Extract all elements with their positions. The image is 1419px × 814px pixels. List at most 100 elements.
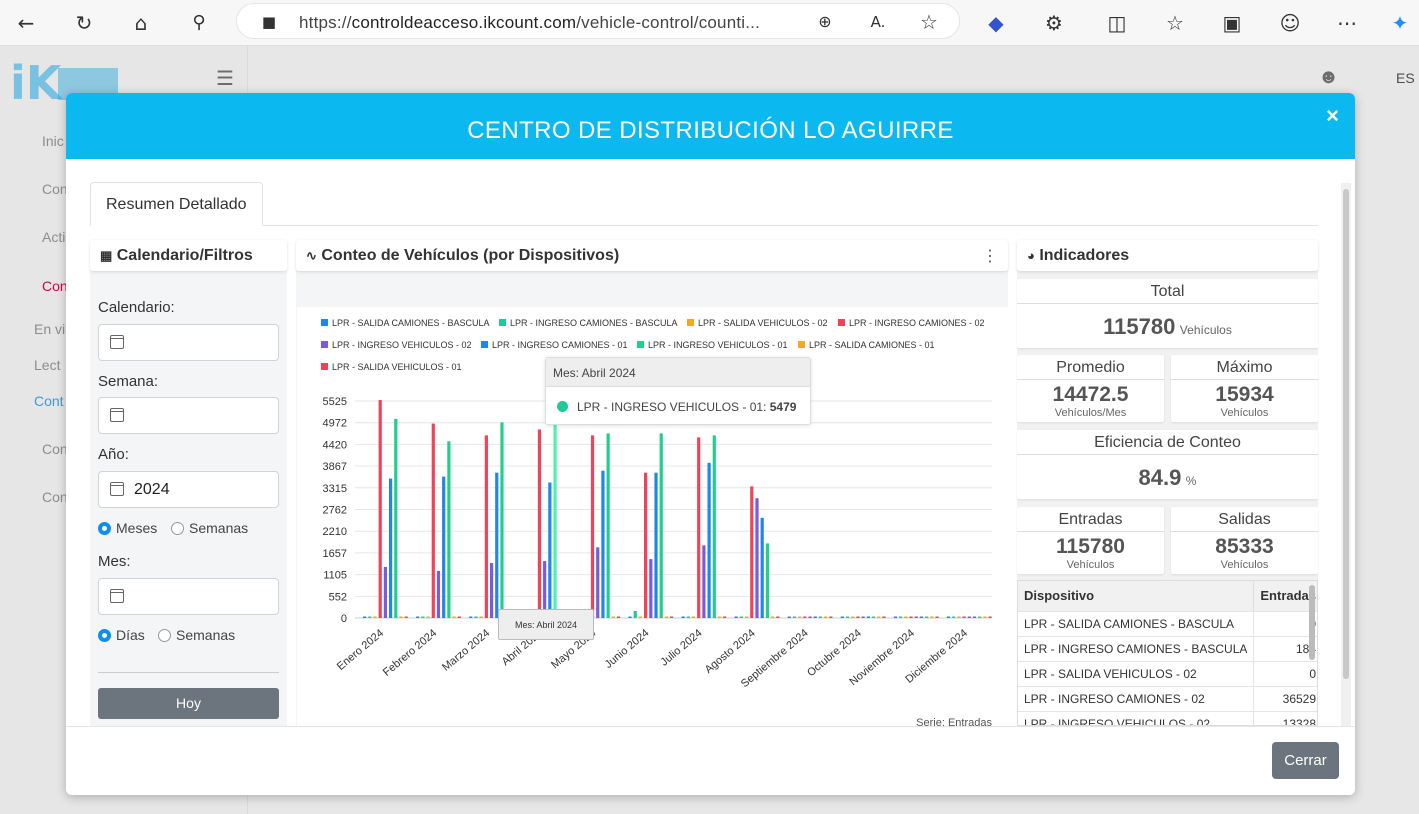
bar bbox=[861, 616, 865, 618]
radio-dias[interactable]: Días bbox=[98, 627, 145, 643]
bar bbox=[798, 616, 802, 618]
table-row[interactable]: LPR - INGRESO CAMIONES - BASCULA1840.2 bbox=[1018, 635, 1317, 661]
bar bbox=[808, 616, 812, 618]
home-icon[interactable]: ⌂ bbox=[127, 9, 155, 37]
bar bbox=[967, 616, 971, 618]
radio-semanas-2[interactable]: Semanas bbox=[158, 627, 235, 643]
puzzle-icon[interactable]: ⚙ bbox=[1040, 9, 1068, 37]
chart-footer-label: Serie: Entradas bbox=[916, 717, 992, 726]
radio-on-icon[interactable] bbox=[98, 522, 111, 535]
y-tick-label: 0 bbox=[341, 613, 347, 625]
chart-menu-icon[interactable]: ⋮ bbox=[982, 246, 998, 266]
indicator-promedio: Promedio 14472.5 Vehículos/Mes bbox=[1017, 355, 1164, 422]
entradas-title: Entradas bbox=[1017, 507, 1164, 532]
bar bbox=[904, 616, 908, 618]
extension-icon[interactable]: ◆ bbox=[982, 9, 1010, 37]
scroll-thumb[interactable] bbox=[1343, 189, 1349, 679]
semana-label: Semana: bbox=[98, 373, 159, 390]
profile-icon[interactable]: ☺ bbox=[1276, 9, 1304, 37]
legend-label: LPR - INGRESO CAMIONES - 01 bbox=[492, 340, 628, 350]
bar bbox=[988, 616, 992, 618]
cerrar-button[interactable]: Cerrar bbox=[1272, 742, 1339, 779]
radio-on-icon[interactable] bbox=[98, 629, 111, 642]
bar bbox=[972, 616, 977, 618]
bar bbox=[633, 610, 637, 618]
salidas-value: 85333 bbox=[1215, 535, 1274, 558]
bar bbox=[596, 547, 600, 618]
bar bbox=[548, 482, 552, 618]
entradas-cell: 36529 bbox=[1253, 685, 1317, 711]
x-tick-label: Enero 2024 bbox=[335, 627, 386, 673]
copilot-icon[interactable]: ✦ bbox=[1386, 9, 1414, 37]
devices-table: Dispositivo Entradas % LPR - SALIDA CAMI… bbox=[1017, 580, 1318, 726]
x-tick-label: Junio 2024 bbox=[603, 627, 652, 671]
table-row[interactable]: LPR - SALIDA CAMIONES - BASCULA00.0 bbox=[1018, 610, 1317, 636]
divider bbox=[98, 672, 279, 673]
table-scrollbar[interactable] bbox=[1309, 585, 1315, 660]
hoy-button[interactable]: Hoy bbox=[98, 688, 279, 719]
radio-off-icon[interactable] bbox=[171, 522, 184, 535]
bar bbox=[925, 616, 929, 618]
radio-off-icon[interactable] bbox=[158, 629, 171, 642]
modal-scrollbar[interactable] bbox=[1341, 183, 1351, 726]
entradas-cell: 0 bbox=[1253, 660, 1317, 686]
bar bbox=[383, 566, 387, 618]
bar bbox=[739, 616, 743, 618]
indicator-eficiencia: Eficiencia de Conteo 84.9 % bbox=[1017, 430, 1318, 499]
filters-card: ▦ Calendario/Filtros Calendario: Semana:… bbox=[90, 240, 287, 726]
tab-resumen-detallado[interactable]: Resumen Detallado bbox=[90, 182, 263, 226]
legend-label: LPR - INGRESO VEHICULOS - 02 bbox=[332, 340, 472, 350]
bar bbox=[803, 616, 807, 618]
bar bbox=[489, 563, 494, 618]
bar bbox=[670, 616, 674, 618]
favorites-bar-icon[interactable]: ☆ bbox=[1161, 9, 1189, 37]
legend-label: LPR - SALIDA CAMIONES - BASCULA bbox=[332, 318, 490, 328]
entradas-cell: 13328 bbox=[1253, 710, 1317, 725]
calendario-input[interactable] bbox=[98, 324, 279, 361]
semana-input[interactable] bbox=[98, 397, 279, 434]
close-icon[interactable]: × bbox=[1326, 103, 1339, 129]
col-dispositivo[interactable]: Dispositivo bbox=[1018, 581, 1255, 611]
bar bbox=[606, 433, 610, 618]
mes-input[interactable] bbox=[98, 578, 279, 615]
bar bbox=[750, 486, 754, 618]
address-bar[interactable]: ■ https://controldeacceso.ikcount.com/ve… bbox=[236, 3, 960, 39]
table-row[interactable]: LPR - INGRESO CAMIONES - 023652931.6 bbox=[1018, 685, 1317, 711]
bar bbox=[495, 472, 499, 618]
more-icon[interactable]: ⋯ bbox=[1333, 9, 1361, 37]
bar bbox=[638, 616, 643, 618]
bar bbox=[930, 616, 934, 618]
total-value: 115780 bbox=[1103, 314, 1176, 339]
table-row[interactable]: LPR - INGRESO VEHICULOS - 021332811.5 bbox=[1018, 710, 1317, 725]
table-row[interactable]: LPR - SALIDA VEHICULOS - 0200.0 bbox=[1018, 660, 1317, 686]
radio-semanas[interactable]: Semanas bbox=[171, 520, 248, 536]
radio-meses[interactable]: Meses bbox=[98, 520, 157, 536]
url-text[interactable]: https://controldeacceso.ikcount.com/vehi… bbox=[299, 13, 799, 33]
calendar-icon bbox=[110, 335, 124, 349]
bar bbox=[469, 616, 473, 618]
bar bbox=[851, 616, 855, 618]
bar bbox=[856, 616, 860, 618]
chart-line-icon: ∿ bbox=[306, 248, 317, 263]
search-icon[interactable]: ⚲ bbox=[185, 9, 213, 37]
legend-swatch bbox=[838, 319, 845, 326]
y-tick-label: 4972 bbox=[323, 418, 347, 430]
legend-swatch bbox=[499, 319, 506, 326]
anio-label: Año: bbox=[98, 446, 129, 463]
refresh-icon[interactable]: ↻ bbox=[70, 9, 98, 37]
collections-icon[interactable]: ▣ bbox=[1218, 9, 1246, 37]
bar bbox=[654, 472, 658, 618]
anio-input[interactable]: 2024 bbox=[98, 471, 279, 508]
favorite-icon[interactable]: ☆ bbox=[915, 8, 943, 36]
bar bbox=[691, 616, 696, 618]
maximo-unit: Vehículos bbox=[1220, 407, 1269, 419]
eficiencia-unit: % bbox=[1185, 474, 1197, 488]
y-tick-label: 1657 bbox=[323, 548, 347, 560]
split-icon[interactable]: ◫ bbox=[1103, 9, 1131, 37]
x-tick-label: Febrero 2024 bbox=[381, 627, 439, 679]
read-aloud-icon[interactable]: A. bbox=[864, 8, 892, 36]
zoom-icon[interactable]: ⊕ bbox=[811, 8, 839, 36]
lock-icon[interactable]: ■ bbox=[255, 8, 283, 36]
bar bbox=[717, 616, 722, 618]
back-icon[interactable]: ← bbox=[12, 9, 40, 37]
